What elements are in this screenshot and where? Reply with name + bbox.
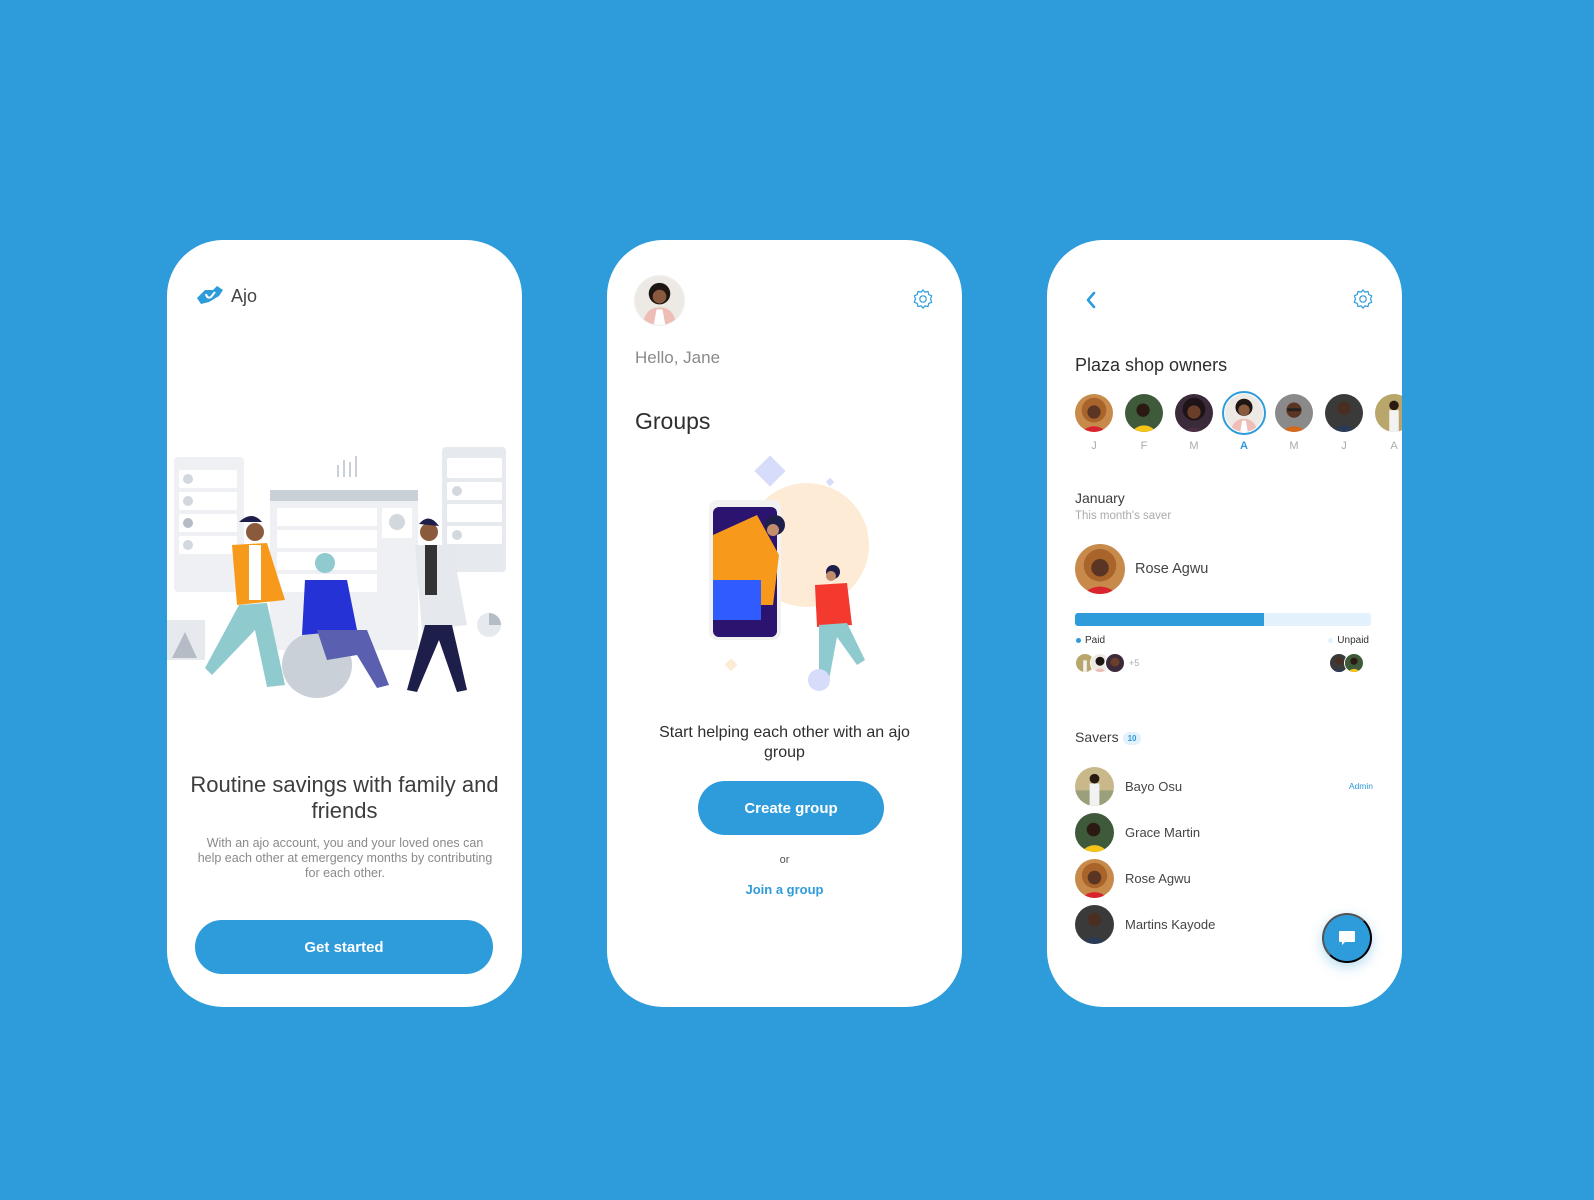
get-started-button[interactable]: Get started	[195, 920, 493, 974]
admin-badge: Admin	[1348, 781, 1373, 791]
member-avatar	[1275, 394, 1313, 432]
team-collaboration-illustration	[167, 447, 506, 698]
current-saver-name: Rose Agwu	[1135, 561, 1209, 577]
onboarding-screen: Ajo Routine savings with family and frie…	[167, 240, 522, 1007]
saver-avatar	[1075, 904, 1114, 944]
payment-progress-bar	[1075, 613, 1371, 626]
unpaid-label: Unpaid	[1337, 635, 1369, 646]
paid-members[interactable]: +5	[1075, 653, 1139, 673]
group-title: Plaza shop owners	[1075, 355, 1228, 375]
member-avatar	[1222, 391, 1266, 435]
handshake-icon	[197, 286, 223, 304]
savers-count-badge: 10	[1122, 731, 1142, 745]
empty-state-message: Start helping each other with an ajo gro…	[659, 724, 910, 761]
create-group-button[interactable]: Create group	[698, 781, 884, 835]
paid-dot	[1076, 638, 1081, 643]
group-detail-screen: Plaza shop owners J F M A M J A January …	[1047, 240, 1402, 1007]
member-avatar	[1175, 394, 1213, 432]
month-label: J	[1341, 440, 1347, 452]
current-saver-avatar	[1075, 544, 1125, 594]
gear-icon[interactable]	[1352, 288, 1374, 310]
month-label: M	[1189, 440, 1199, 452]
saver-avatar	[1075, 858, 1114, 898]
saver-list-item[interactable]: Grace Martin	[1075, 812, 1373, 852]
or-separator: or	[779, 854, 790, 866]
month-selector: J F M A M J A	[1075, 391, 1402, 452]
onboarding-headline: Routine savings with family and friends	[190, 772, 499, 823]
member-avatar	[1325, 394, 1363, 432]
greeting: Hello, Jane	[635, 348, 721, 367]
app-logo: Ajo	[195, 284, 257, 308]
month-label: A	[1240, 440, 1248, 452]
paid-label: Paid	[1085, 635, 1106, 646]
month-label: M	[1289, 440, 1299, 452]
saver-list-item[interactable]: Rose Agwu	[1075, 858, 1373, 898]
month-item[interactable]: M	[1175, 394, 1213, 452]
saver-name: Rose Agwu	[1125, 870, 1191, 886]
chat-icon	[1339, 931, 1355, 945]
current-month: January	[1075, 490, 1125, 506]
page-title: Groups	[635, 408, 711, 434]
member-avatar	[1375, 394, 1402, 432]
savers-heading: Savers 10	[1075, 729, 1142, 745]
month-item[interactable]: F	[1125, 394, 1163, 452]
saver-name: Bayo Osu	[1125, 778, 1183, 794]
member-avatar	[1344, 653, 1364, 673]
saver-avatar	[1075, 766, 1114, 806]
unpaid-members[interactable]	[1329, 653, 1364, 673]
member-avatar	[1125, 394, 1163, 432]
user-avatar[interactable]	[635, 276, 684, 325]
member-avatar	[1075, 394, 1113, 432]
join-group-link[interactable]: Join a group	[607, 882, 962, 897]
helping-hand-phone-illustration	[709, 455, 869, 691]
chevron-left-icon[interactable]	[1084, 290, 1098, 310]
saver-name: Grace Martin	[1125, 824, 1201, 840]
month-item[interactable]: A	[1375, 394, 1402, 452]
groups-screen: Hello, Jane Groups Start helping each ot…	[607, 240, 962, 1007]
month-label: J	[1091, 440, 1097, 452]
member-avatar	[1105, 653, 1125, 673]
unpaid-legend: Unpaid	[1327, 635, 1369, 646]
month-item[interactable]: M	[1275, 394, 1313, 452]
unpaid-dot	[1328, 638, 1334, 643]
saver-list-item[interactable]: Bayo Osu Admin	[1075, 766, 1373, 806]
gear-icon[interactable]	[912, 288, 934, 310]
payment-progress-fill	[1075, 613, 1265, 626]
month-label: F	[1140, 440, 1148, 452]
chat-button[interactable]	[1322, 913, 1372, 963]
month-item[interactable]: J	[1075, 394, 1113, 452]
month-label: A	[1390, 440, 1398, 452]
paid-extra-count: +5	[1129, 658, 1140, 668]
savers-label: Savers	[1075, 729, 1119, 745]
saver-avatar	[1075, 812, 1114, 852]
app-name: Ajo	[231, 285, 258, 306]
paid-legend: Paid	[1076, 635, 1105, 646]
onboarding-description: With an ajo account, you and your loved …	[197, 836, 493, 880]
saver-caption: This month's saver	[1075, 510, 1172, 522]
month-item[interactable]: J	[1325, 394, 1363, 452]
month-item[interactable]: A	[1222, 391, 1266, 452]
